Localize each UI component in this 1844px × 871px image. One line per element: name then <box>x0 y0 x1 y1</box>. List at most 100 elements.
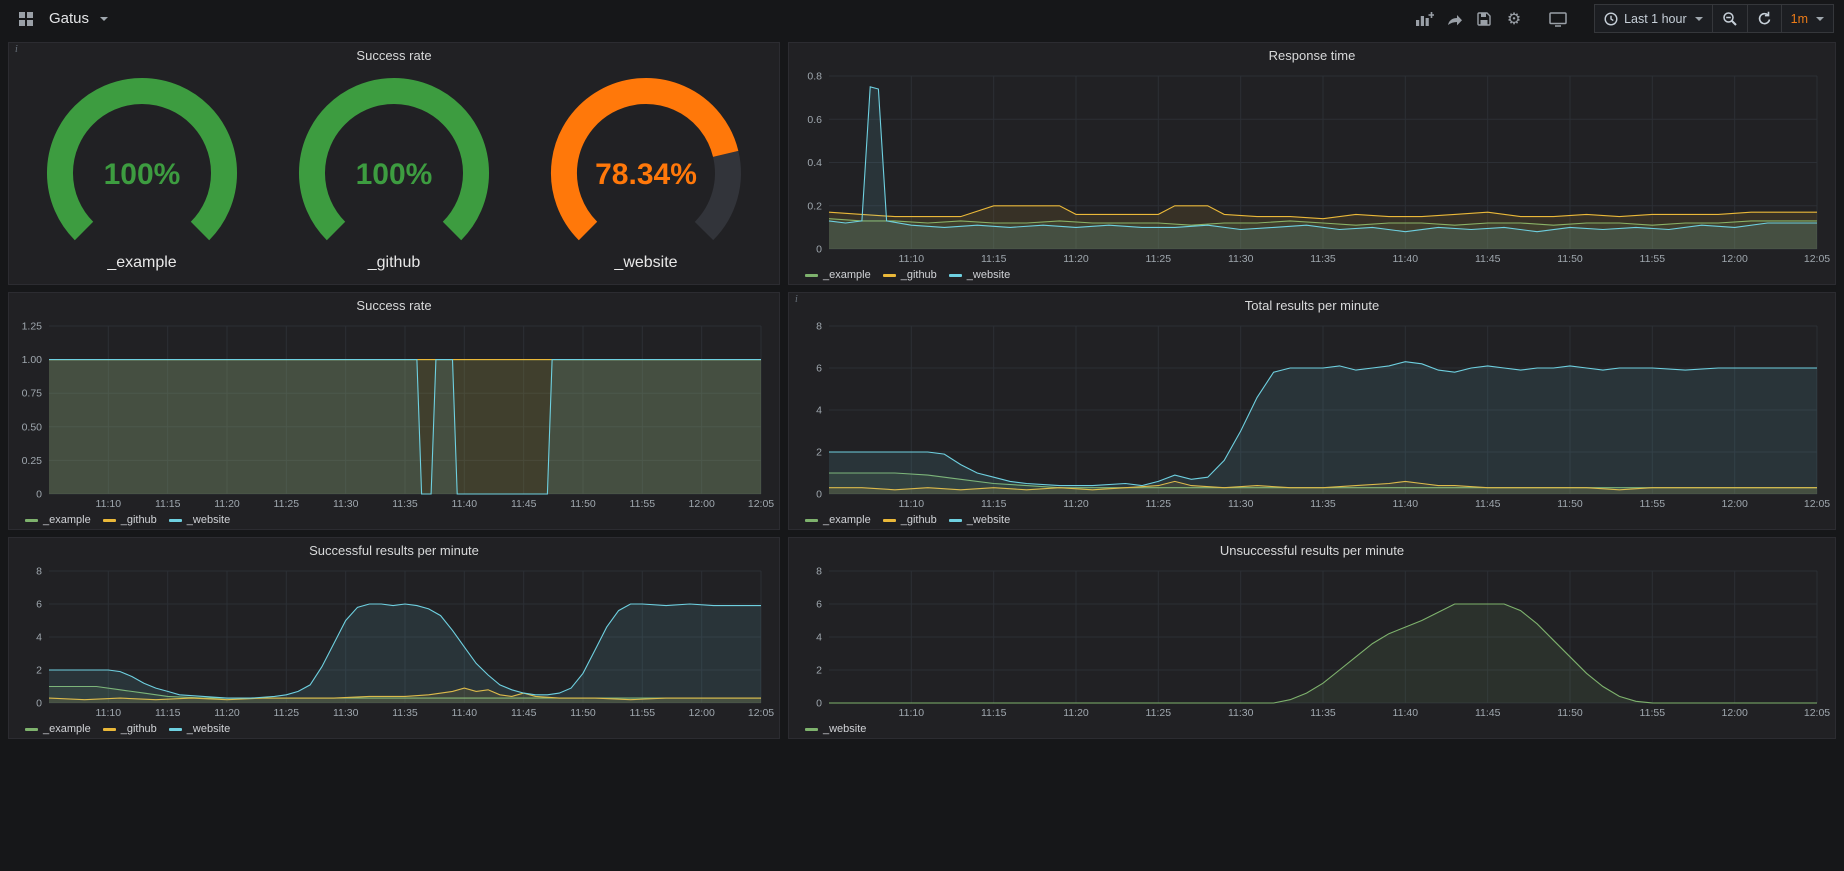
caret-down-icon <box>1816 17 1824 21</box>
x-tick-label: 11:30 <box>1228 253 1254 265</box>
tv-mode-button[interactable] <box>1544 5 1572 33</box>
y-tick-label: 4 <box>816 405 822 417</box>
y-tick-label: 2 <box>36 665 42 677</box>
x-tick-label: 12:05 <box>1804 707 1830 719</box>
legend-item-_example[interactable]: _example <box>805 514 871 526</box>
x-tick-label: 11:25 <box>274 707 300 719</box>
panel-title[interactable]: Unsuccessful results per minute <box>789 538 1835 563</box>
navbar-left: Gatus <box>12 5 108 33</box>
y-tick-label: 1.25 <box>22 321 43 333</box>
info-icon[interactable]: i <box>15 44 18 55</box>
gauge-value: 100% <box>104 158 181 191</box>
x-tick-label: 11:20 <box>214 707 240 719</box>
legend-item-_website[interactable]: _website <box>949 269 1010 281</box>
legend-item-_example[interactable]: _example <box>25 514 91 526</box>
y-tick-label: 0.6 <box>807 114 822 126</box>
dashboards-grid-icon[interactable] <box>12 5 40 33</box>
gauge-arc: 78.34% <box>523 77 769 253</box>
chart-legend: _example _github _website <box>793 266 1831 284</box>
refresh-button[interactable] <box>1748 4 1782 33</box>
settings-button[interactable]: ⚙ <box>1500 5 1528 33</box>
panel-title[interactable]: Response time <box>789 43 1835 68</box>
y-tick-label: 6 <box>36 599 42 611</box>
caret-down-icon[interactable] <box>100 17 108 21</box>
x-tick-label: 11:25 <box>1146 253 1172 265</box>
x-tick-label: 11:20 <box>1063 253 1089 265</box>
x-tick-label: 12:00 <box>1722 498 1748 510</box>
x-tick-label: 11:45 <box>511 498 537 510</box>
add-panel-button[interactable] <box>1410 5 1438 33</box>
x-tick-label: 12:00 <box>1722 707 1748 719</box>
refresh-interval-picker[interactable]: 1m <box>1782 4 1834 33</box>
x-tick-label: 11:30 <box>333 498 359 510</box>
legend-item-_website[interactable]: _website <box>805 723 866 735</box>
time-controls: Last 1 hour 1m <box>1594 4 1834 33</box>
chart-canvas: 0246811:1011:1511:2011:2511:3011:3511:40… <box>793 563 1831 720</box>
chart-successful-results[interactable]: 0246811:1011:1511:2011:2511:3011:3511:40… <box>13 563 775 720</box>
panel-success-rate-graph: Success rate 00.250.500.751.001.2511:101… <box>8 292 780 530</box>
panel-body: 0246811:1011:1511:2011:2511:3011:3511:40… <box>789 318 1835 529</box>
panel-title[interactable]: Success rate <box>9 43 779 68</box>
x-tick-label: 11:15 <box>155 498 181 510</box>
x-tick-label: 11:45 <box>1475 253 1501 265</box>
x-tick-label: 12:05 <box>1804 253 1830 265</box>
legend-item-_example[interactable]: _example <box>25 723 91 735</box>
chart-response-time[interactable]: 00.20.40.60.811:1011:1511:2011:2511:3011… <box>793 68 1831 266</box>
x-tick-label: 11:20 <box>214 498 240 510</box>
x-tick-label: 12:05 <box>1804 498 1830 510</box>
x-tick-label: 12:05 <box>748 707 774 719</box>
y-tick-label: 0.25 <box>22 455 43 467</box>
zoom-out-button[interactable] <box>1713 4 1748 33</box>
y-tick-label: 2 <box>816 665 822 677</box>
chart-canvas: 00.20.40.60.811:1011:1511:2011:2511:3011… <box>793 68 1831 266</box>
gauge-_github: 100%_github <box>271 77 517 272</box>
legend-item-_website[interactable]: _website <box>949 514 1010 526</box>
x-tick-label: 11:55 <box>1640 498 1666 510</box>
navbar: Gatus ⚙ <box>0 0 1844 37</box>
panel-title[interactable]: Success rate <box>9 293 779 318</box>
legend-item-_github[interactable]: _github <box>883 514 937 526</box>
save-button[interactable] <box>1470 5 1498 33</box>
x-tick-label: 12:05 <box>748 498 774 510</box>
x-tick-label: 11:15 <box>981 498 1007 510</box>
share-button[interactable] <box>1440 5 1468 33</box>
chart-success-rate[interactable]: 00.250.500.751.001.2511:1011:1511:2011:2… <box>13 318 775 511</box>
legend-item-_github[interactable]: _github <box>103 514 157 526</box>
y-tick-label: 8 <box>816 566 822 578</box>
panel-title[interactable]: Total results per minute <box>789 293 1835 318</box>
gauge-_website: 78.34%_website <box>523 77 769 272</box>
time-range-picker[interactable]: Last 1 hour <box>1594 4 1713 33</box>
legend-item-_example[interactable]: _example <box>805 269 871 281</box>
panel-success-rate-gauges: i Success rate 100%_example100%_github78… <box>8 42 780 285</box>
dashboard-grid: i Success rate 100%_example100%_github78… <box>0 37 1844 744</box>
monitor-icon <box>1549 11 1567 27</box>
legend-item-_github[interactable]: _github <box>883 269 937 281</box>
panel-body: 100%_example100%_github78.34%_website <box>9 68 779 284</box>
legend-item-_website[interactable]: _website <box>169 723 230 735</box>
gauge-arc: 100% <box>271 77 517 253</box>
y-tick-label: 6 <box>816 599 822 611</box>
x-tick-label: 11:50 <box>1557 498 1583 510</box>
gauge-_example: 100%_example <box>19 77 265 272</box>
chart-canvas: 0246811:1011:1511:2011:2511:3011:3511:40… <box>793 318 1831 511</box>
info-icon[interactable]: i <box>795 294 798 305</box>
panel-title[interactable]: Successful results per minute <box>9 538 779 563</box>
x-tick-label: 11:40 <box>452 498 478 510</box>
x-tick-label: 11:30 <box>333 707 359 719</box>
gauge-remainder <box>704 153 728 230</box>
chart-total-results[interactable]: 0246811:1011:1511:2011:2511:3011:3511:40… <box>793 318 1831 511</box>
y-tick-label: 0 <box>816 244 822 256</box>
chart-unsuccessful-results[interactable]: 0246811:1011:1511:2011:2511:3011:3511:40… <box>793 563 1831 720</box>
y-tick-label: 0.8 <box>807 71 822 83</box>
y-tick-label: 4 <box>816 632 822 644</box>
dashboard-title[interactable]: Gatus <box>49 10 89 27</box>
x-tick-label: 11:10 <box>899 707 925 719</box>
x-tick-label: 11:50 <box>1557 707 1583 719</box>
panel-body: 00.20.40.60.811:1011:1511:2011:2511:3011… <box>789 68 1835 284</box>
legend-item-_website[interactable]: _website <box>169 514 230 526</box>
legend-item-_github[interactable]: _github <box>103 723 157 735</box>
series-fill-_website <box>829 362 1817 494</box>
x-tick-label: 11:25 <box>1146 707 1172 719</box>
chart-legend: _example _github _website <box>793 511 1831 529</box>
x-tick-label: 11:35 <box>392 707 418 719</box>
